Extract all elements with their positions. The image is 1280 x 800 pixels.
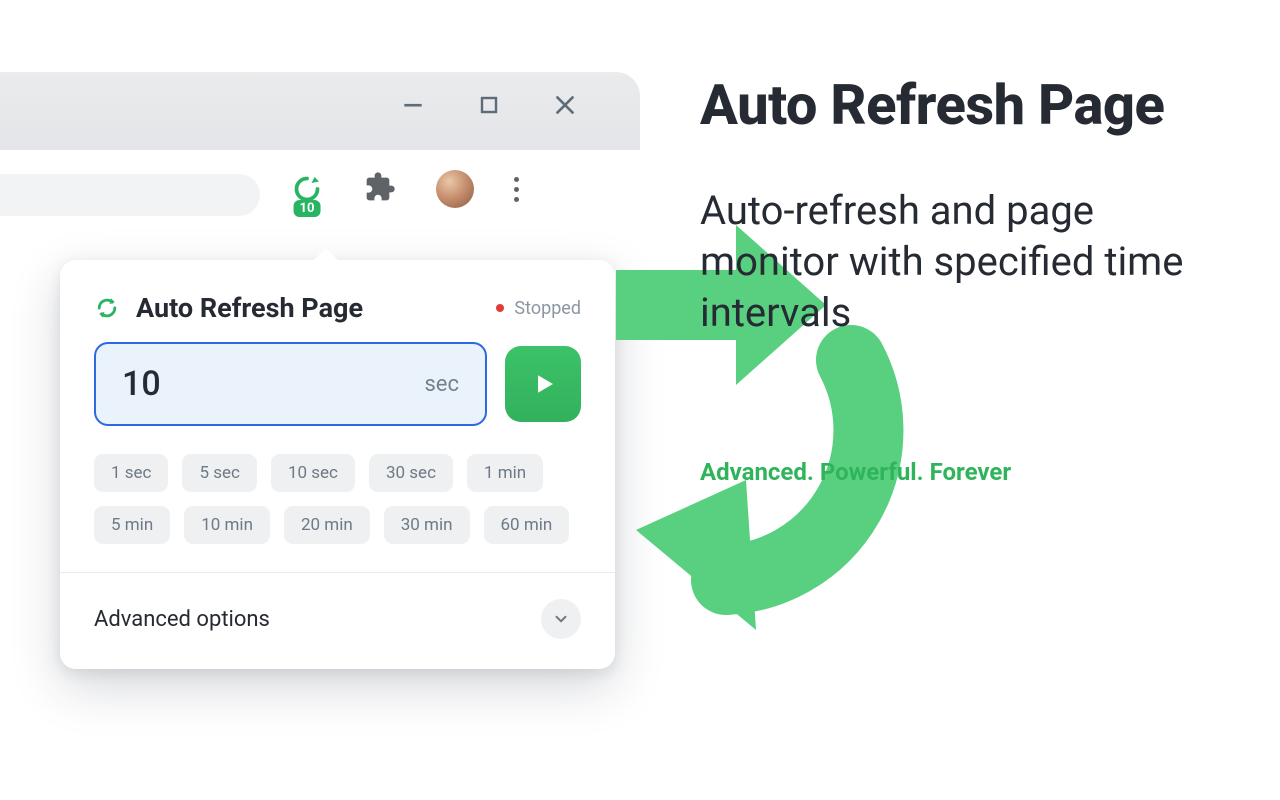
preset-chip[interactable]: 5 sec <box>182 454 256 492</box>
interval-unit: sec <box>424 372 459 397</box>
extension-badge: 10 <box>294 200 321 217</box>
puzzle-icon <box>364 171 396 203</box>
preset-chip[interactable]: 10 min <box>184 506 270 544</box>
omnibox[interactable] <box>0 174 260 216</box>
preset-chip[interactable]: 1 sec <box>94 454 168 492</box>
marketing-tagline: Advanced. Powerful. Forever <box>700 458 1220 486</box>
close-button[interactable] <box>552 92 578 118</box>
interval-value: 10 <box>122 364 161 404</box>
preset-chip[interactable]: 10 sec <box>271 454 355 492</box>
toolbar-icons: 10 <box>290 170 519 208</box>
extension-popup: Auto Refresh Page Stopped 10 sec 1 sec 5… <box>60 260 615 669</box>
preset-chip[interactable]: 20 min <box>284 506 370 544</box>
start-button[interactable] <box>505 346 581 422</box>
preset-list: 1 sec 5 sec 10 sec 30 sec 1 min 5 min 10… <box>60 440 615 572</box>
marketing-block: Auto Refresh Page Auto-refresh and page … <box>700 74 1220 486</box>
advanced-options-toggle[interactable]: Advanced options <box>60 573 615 669</box>
marketing-title: Auto Refresh Page <box>700 74 1220 137</box>
preset-chip[interactable]: 5 min <box>94 506 170 544</box>
expand-button[interactable] <box>541 599 581 639</box>
minimize-button[interactable] <box>400 92 426 118</box>
play-icon <box>528 369 558 399</box>
extensions-menu-button[interactable] <box>364 171 396 207</box>
profile-avatar[interactable] <box>436 170 474 208</box>
maximize-button[interactable] <box>476 92 502 118</box>
status-indicator: Stopped <box>496 298 581 319</box>
status-dot-icon <box>496 304 504 312</box>
extension-button[interactable]: 10 <box>290 174 324 204</box>
marketing-subtitle: Auto-refresh and page monitor with speci… <box>700 185 1220 339</box>
browser-menu-button[interactable] <box>514 177 519 202</box>
refresh-icon <box>94 295 120 321</box>
window-controls <box>400 92 578 118</box>
preset-chip[interactable]: 1 min <box>467 454 543 492</box>
preset-chip[interactable]: 30 sec <box>369 454 453 492</box>
preset-chip[interactable]: 30 min <box>384 506 470 544</box>
interval-input[interactable]: 10 sec <box>94 342 487 426</box>
status-label: Stopped <box>514 298 581 319</box>
advanced-options-label: Advanced options <box>94 607 270 632</box>
preset-chip[interactable]: 60 min <box>484 506 570 544</box>
popup-title: Auto Refresh Page <box>136 292 363 324</box>
chevron-down-icon <box>552 610 570 628</box>
